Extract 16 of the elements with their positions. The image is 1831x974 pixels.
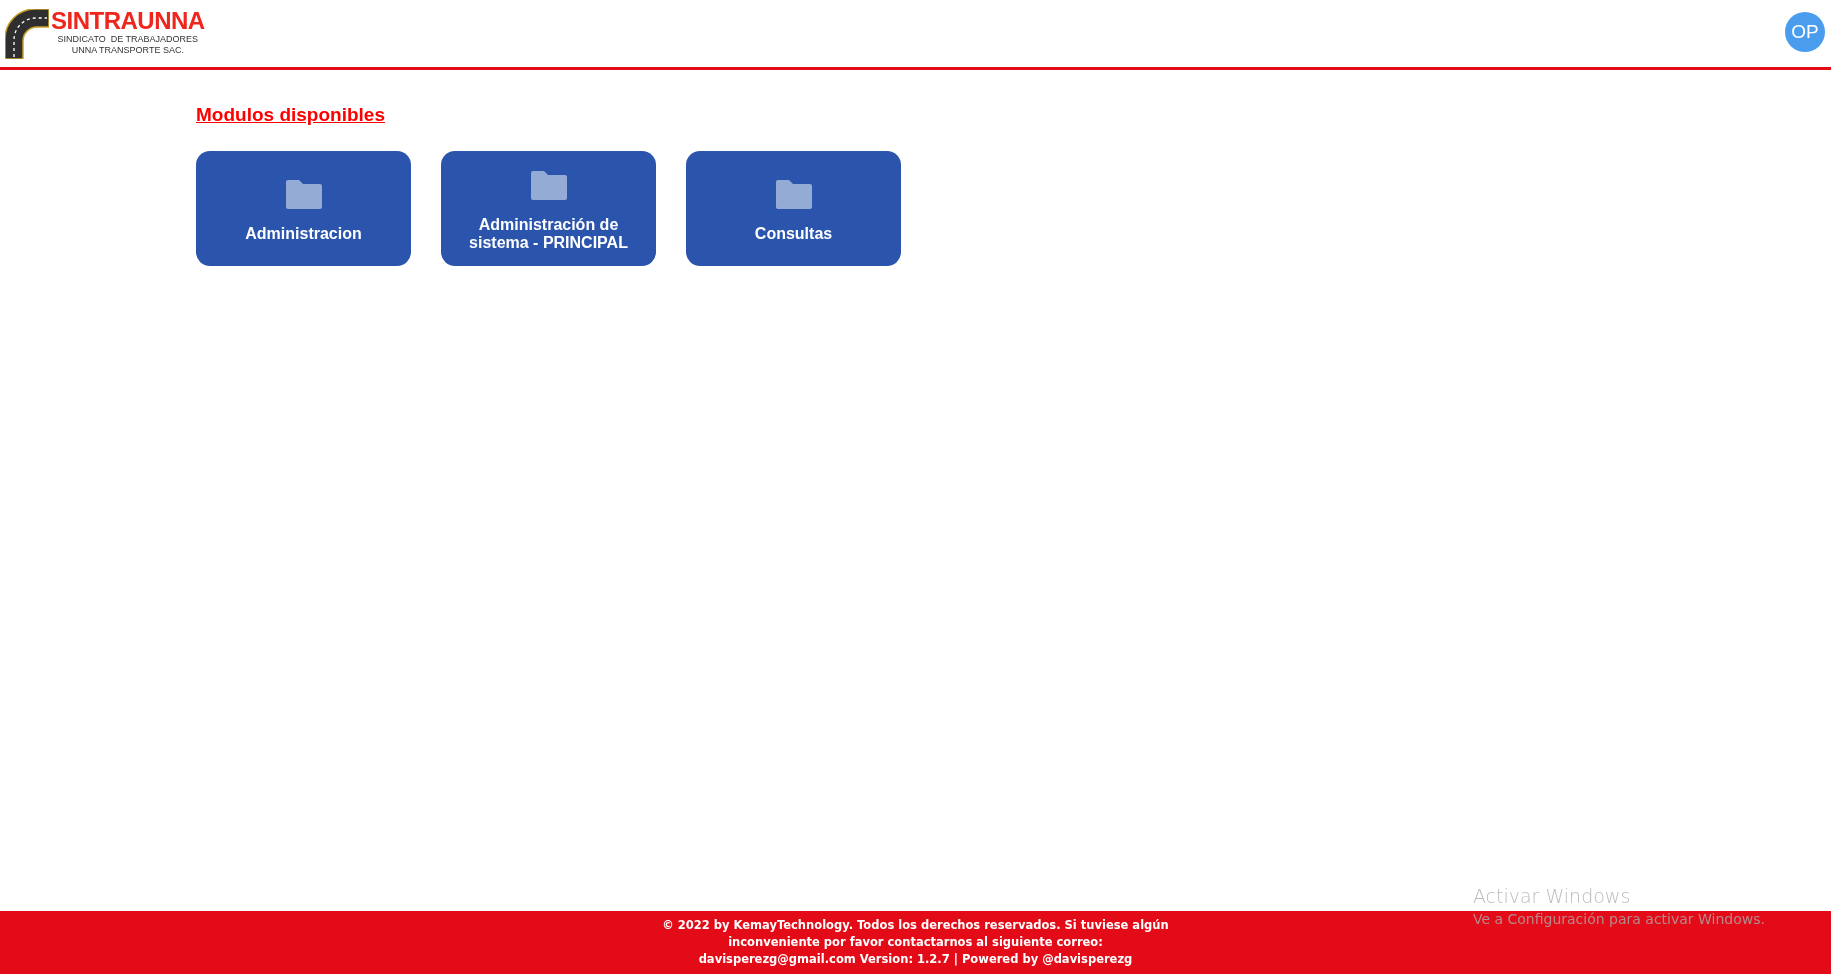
footer-text: inconveniente por favor contactarnos al siguiente correo: (728, 934, 1103, 951)
module-card[interactable]: Administracion (196, 151, 411, 266)
folder-icon (285, 180, 322, 209)
footer-text: © 2022 by KemayTechnology. Todos los derechos reservados. Si tuviese algún (662, 917, 1169, 934)
activation-message: Ve a Configuración para activar Windows. (1472, 910, 1765, 928)
module-card[interactable]: Administración de sistema - PRINCIPAL (441, 151, 656, 266)
brand-name: SINTRAUNNA (51, 7, 205, 34)
folder-icon (530, 171, 567, 200)
logo-subtitle: SINDICATO DE TRABAJADORES (57, 33, 199, 45)
module-card[interactable]: Consultas (686, 151, 901, 266)
activation-title: Activar Windows (1472, 884, 1632, 909)
logo-subtitle: UNNA TRANSPORTE SAC. (71, 44, 184, 56)
footer-text: davisperezg@gmail.com Version: 1.2.7 | Powered by @davisperezg (698, 951, 1133, 968)
road-icon (5, 8, 49, 59)
section-title: Modulos disponibles (196, 104, 385, 126)
folder-icon (775, 180, 812, 209)
